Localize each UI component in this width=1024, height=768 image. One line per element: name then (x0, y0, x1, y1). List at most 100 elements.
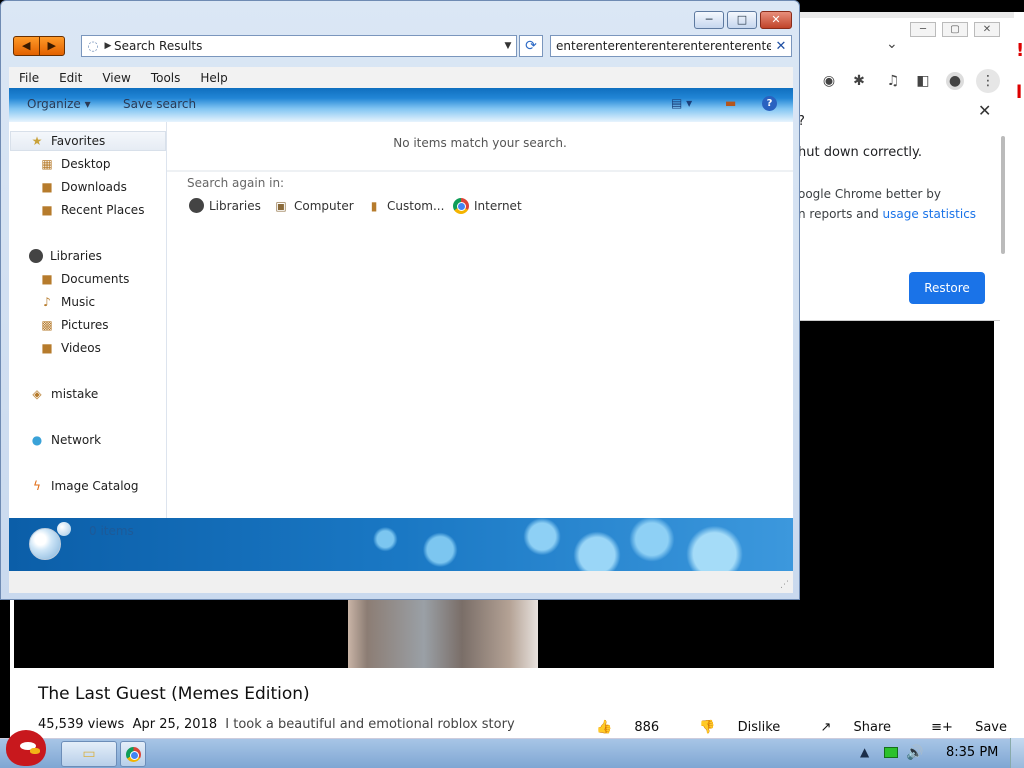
help-icon: ? (762, 96, 777, 111)
menu-view[interactable]: View (92, 71, 140, 85)
search-again-libraries[interactable]: Libraries (189, 198, 261, 213)
minimize-button[interactable]: ─ (694, 11, 724, 29)
usage-statistics-link[interactable]: usage statistics (883, 207, 977, 221)
preview-pane-icon[interactable]: ▬ (725, 96, 736, 110)
nav-label: Network (51, 433, 102, 447)
recent-places-icon: ■ (41, 203, 53, 217)
show-desktop-button[interactable] (1010, 738, 1024, 768)
media-control-icon[interactable]: ♫ (884, 72, 902, 90)
close-icon[interactable]: ✕ (771, 39, 791, 54)
organize-button[interactable]: Organize ▾ (27, 97, 91, 111)
menu-tools[interactable]: Tools (141, 71, 191, 85)
video-meta: 45,539 views Apr 25, 2018 I took a beaut… (38, 717, 515, 732)
playlist-add-icon: ≡+ (931, 720, 953, 735)
save-button[interactable]: ≡+ Save (931, 720, 1024, 735)
music-icon: ♪ (43, 295, 51, 309)
start-button-angry-bird-icon[interactable] (6, 730, 46, 766)
search-input[interactable]: enterenterenterenterenterenterenter (551, 39, 771, 53)
nav-music[interactable]: ♪ Music (9, 292, 95, 312)
address-location[interactable]: Search Results (114, 39, 500, 53)
nav-label: Image Catalog (51, 479, 139, 493)
libraries-icon (29, 249, 43, 263)
nav-homegroup[interactable]: ◈ mistake (9, 384, 98, 404)
nav-documents[interactable]: ■ Documents (9, 269, 129, 289)
pictures-icon: ▩ (41, 318, 53, 332)
view-count: 45,539 views (38, 717, 125, 732)
videos-icon: ■ (41, 341, 53, 355)
share-button[interactable]: ↗ Share (820, 720, 909, 735)
profile-avatar-icon[interactable]: ● (946, 72, 964, 90)
nav-recent-places[interactable]: ■ Recent Places (9, 200, 144, 220)
network-icon: ● (31, 433, 43, 447)
search-again-text: Computer (294, 199, 354, 213)
dislike-label: Dislike (737, 720, 781, 735)
search-again-custom[interactable]: ▮ Custom... (366, 198, 445, 214)
search-orb-small-icon (57, 522, 71, 536)
nav-label: Downloads (61, 180, 127, 194)
popup-help-text-2: n reports and usage statistics (798, 207, 976, 221)
save-search-button[interactable]: Save search (123, 97, 196, 111)
search-box[interactable]: enterenterenterenterenterenterenter ✕ (550, 35, 792, 57)
search-results-icon: ◌ (87, 38, 99, 54)
pride-extension-icon[interactable]: ◉ (820, 72, 838, 90)
help-button[interactable]: ? (762, 96, 777, 111)
nav-downloads[interactable]: ■ Downloads (9, 177, 127, 197)
address-bar[interactable]: ◌ ▶ Search Results ▼ (81, 35, 517, 57)
taskbar-clock[interactable]: 8:35 PM (946, 745, 998, 760)
address-dropdown-icon[interactable]: ▼ (500, 41, 516, 51)
popup-scrollbar[interactable] (1001, 136, 1005, 254)
maximize-button[interactable]: □ (727, 11, 757, 29)
video-frame-image (348, 600, 538, 668)
chrome-menu-icon[interactable]: ⋮ (976, 69, 1000, 93)
menu-help[interactable]: Help (190, 71, 237, 85)
desktop-icon: ▦ (41, 157, 53, 171)
chrome-close-button[interactable]: ✕ (974, 22, 1000, 37)
side-panel-icon[interactable]: ◧ (914, 72, 932, 90)
menu-file[interactable]: File (9, 71, 49, 85)
taskbar-chrome-button[interactable] (120, 741, 146, 767)
taskbar (0, 738, 1024, 768)
tray-expand-icon[interactable]: ▲ (860, 745, 869, 759)
chrome-minimize-button[interactable]: ─ (910, 22, 936, 37)
forward-button[interactable]: ▶ (40, 37, 65, 55)
back-button[interactable]: ◀ (14, 37, 40, 55)
popup-close-icon[interactable]: ✕ (978, 101, 991, 120)
nav-label: Documents (61, 272, 130, 286)
nav-pictures[interactable]: ▩ Pictures (9, 315, 108, 335)
explorer-window: ─ □ ✕ ◀ ▶ ◌ ▶ Search Results ▼ ⟳ enteren… (0, 0, 800, 600)
star-icon: ★ (31, 134, 43, 148)
search-orb-icon (29, 528, 61, 560)
view-options-icon[interactable]: ▤ ▾ (671, 96, 692, 110)
close-button[interactable]: ✕ (760, 11, 792, 29)
command-bar: Organize ▾ Save search ▤ ▾ ▬ ? (9, 88, 793, 122)
nav-favorites[interactable]: ★ Favorites (10, 131, 166, 151)
resize-grip-icon[interactable]: ⋰ (780, 580, 789, 590)
nav-image-catalog[interactable]: ϟ Image Catalog (9, 476, 138, 496)
nav-libraries[interactable]: Libraries (9, 246, 102, 266)
nav-videos[interactable]: ■ Videos (9, 338, 101, 358)
tray-status-icon[interactable] (884, 747, 898, 758)
chrome-restore-button[interactable]: ▢ (942, 22, 968, 37)
restore-button[interactable]: Restore (909, 272, 985, 304)
nav-label: Libraries (50, 249, 102, 263)
search-again-label: Search again in: (187, 176, 285, 190)
refresh-button[interactable]: ⟳ (519, 35, 543, 57)
status-bar: ⋰ (9, 571, 793, 593)
tab-search-chevron-icon[interactable]: ⌄ (886, 36, 898, 52)
breadcrumb-chevron-icon[interactable]: ▶ (102, 41, 114, 51)
search-again-text: Internet (474, 199, 522, 213)
search-again-internet[interactable]: Internet (453, 198, 522, 214)
search-again-computer[interactable]: ▣ Computer (273, 198, 354, 214)
search-again-text: Custom... (387, 199, 445, 213)
taskbar-explorer-button[interactable]: ▭ (61, 741, 117, 767)
extensions-puzzle-icon[interactable]: ✱ (850, 72, 868, 90)
volume-icon[interactable]: 🔊 (906, 745, 923, 761)
dislike-button[interactable]: 👎 Dislike (699, 720, 798, 735)
nav-desktop[interactable]: ▦ Desktop (9, 154, 110, 174)
nav-network[interactable]: ● Network (9, 430, 101, 450)
video-description[interactable]: I took a beautiful and emotional roblox … (225, 717, 514, 732)
search-again-text: Libraries (209, 198, 261, 213)
popup-message: hut down correctly. (798, 145, 923, 160)
menu-edit[interactable]: Edit (49, 71, 92, 85)
like-button[interactable]: 👍 886 (596, 720, 677, 735)
